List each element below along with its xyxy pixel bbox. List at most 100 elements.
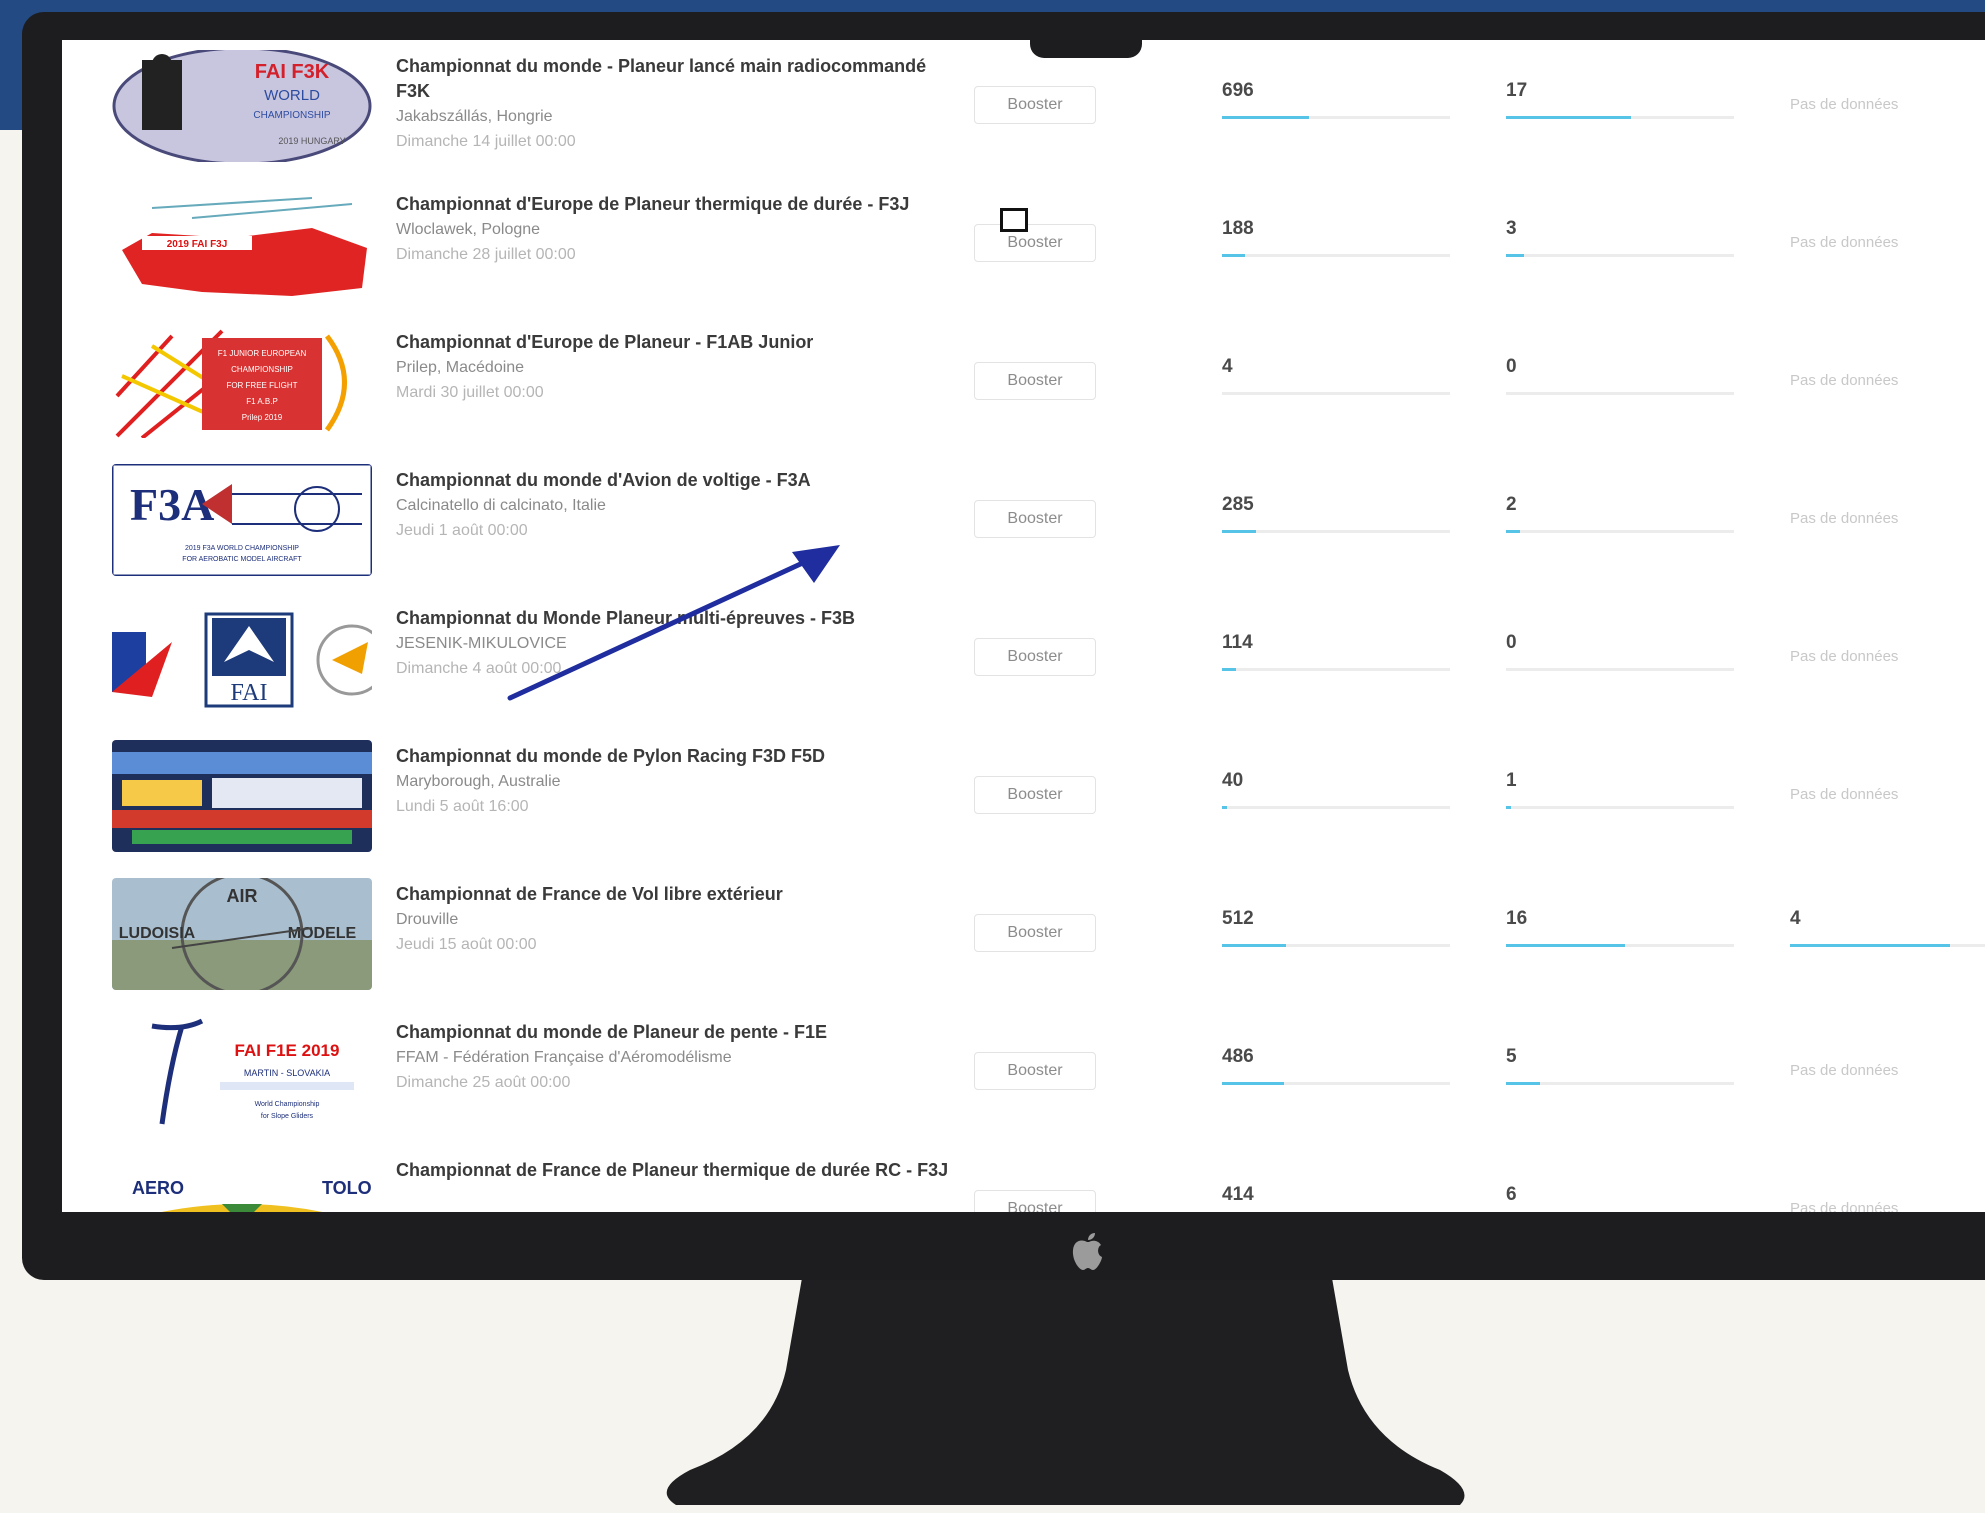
stat-value: 4 [1790, 908, 1801, 929]
event-location: Jakabszállás, Hongrie [396, 108, 553, 125]
event-date: Jeudi 1 août 00:00 [396, 522, 528, 539]
svg-text:WORLD: WORLD [264, 87, 320, 104]
stat-bar-track [1222, 116, 1450, 119]
svg-text:CHAMPIONSHIP: CHAMPIONSHIP [253, 110, 331, 121]
booster-button[interactable]: Booster [974, 776, 1096, 814]
stat-bar-track [1506, 1082, 1734, 1085]
svg-text:2019 F3A WORLD CHAMPIONSHIP: 2019 F3A WORLD CHAMPIONSHIP [185, 545, 299, 552]
svg-text:2019 FAI F3J: 2019 FAI F3J [167, 239, 228, 250]
stat-value: 696 [1222, 80, 1254, 101]
stat-value: 6 [1506, 1184, 1517, 1205]
stat-value: 3 [1506, 218, 1517, 239]
booster-button[interactable]: Booster [974, 500, 1096, 538]
stat-value: 188 [1222, 218, 1254, 239]
svg-text:2019 HUNGARY: 2019 HUNGARY [278, 136, 345, 146]
event-logo[interactable]: FAI F3K WORLD CHAMPIONSHIP 2019 HUNGARY [112, 50, 372, 162]
stat-value: 40 [1222, 770, 1244, 791]
event-row[interactable]: FAI F1E 2019 MARTIN - SLOVAKIA World Champ… [62, 1008, 1985, 1146]
stat-value: 4 [1222, 356, 1233, 377]
booster-button[interactable]: Booster [974, 914, 1096, 952]
no-data-label: Pas de données [1790, 1062, 1899, 1079]
stat-column-2: 3 [1506, 218, 1734, 257]
booster-button[interactable]: Booster [974, 1190, 1096, 1212]
booster-button[interactable]: Booster [974, 224, 1096, 262]
stat-column-2: 17 [1506, 80, 1734, 119]
event-logo[interactable] [112, 740, 372, 852]
event-logo[interactable]: F1 JUNIOR EUROPEAN CHAMPIONSHIP FOR FREE F… [112, 326, 372, 438]
no-data-label: Pas de données [1790, 234, 1899, 251]
event-title[interactable]: Championnat du Monde Planeur multi-épreu… [396, 606, 956, 631]
svg-text:FOR FREE FLIGHT: FOR FREE FLIGHT [226, 381, 297, 390]
event-location: Wloclawek, Pologne [396, 221, 541, 238]
stat-bar-fill [1222, 806, 1227, 809]
event-logo[interactable]: 2019 FAI F3J [112, 188, 372, 300]
stat-bar-track [1506, 668, 1734, 671]
stat-bar-fill [1506, 806, 1511, 809]
event-location: JESENIK-MIKULOVICE [396, 635, 567, 652]
booster-button[interactable]: Booster [974, 86, 1096, 124]
event-title[interactable]: Championnat d'Europe de Planeur thermiqu… [396, 192, 956, 217]
event-row[interactable]: FAI Championnat du Monde Planeur multi-é… [62, 594, 1985, 732]
event-info: Championnat du monde d'Avion de voltige … [396, 468, 956, 543]
no-data-label: Pas de données [1790, 510, 1899, 527]
event-date: Lundi 5 août 16:00 [396, 798, 529, 815]
stat-bar-track [1790, 944, 1985, 947]
stat-column-1: 188 [1222, 218, 1450, 257]
svg-text:F1 JUNIOR EUROPEAN: F1 JUNIOR EUROPEAN [218, 349, 307, 358]
event-title[interactable]: Championnat d'Europe de Planeur - F1AB J… [396, 330, 956, 355]
event-list-screen: FAI F3K WORLD CHAMPIONSHIP 2019 HUNGARY Cha… [62, 40, 1985, 1212]
stat-bar-track [1222, 806, 1450, 809]
event-logo[interactable]: AERO TOLO [112, 1154, 372, 1212]
stat-value: 486 [1222, 1046, 1254, 1067]
stat-value: 512 [1222, 908, 1254, 929]
svg-text:Prilep 2019: Prilep 2019 [242, 413, 283, 422]
stat-bar-track [1506, 116, 1734, 119]
event-title[interactable]: Championnat de France de Planeur thermiq… [396, 1158, 956, 1183]
event-location: Drouville [396, 911, 459, 928]
event-title[interactable]: Championnat du monde - Planeur lancé mai… [396, 54, 956, 104]
stat-value: 1 [1506, 770, 1517, 791]
event-row[interactable]: FAI F3K WORLD CHAMPIONSHIP 2019 HUNGARY Cha… [62, 42, 1985, 180]
event-title[interactable]: Championnat du monde de Pylon Racing F3D… [396, 744, 956, 769]
stat-value: 5 [1506, 1046, 1517, 1067]
camera-notch [1030, 28, 1142, 58]
event-logo[interactable]: F3A 2019 F3A WORLD CHAMPIONSHIP FOR AEROBA… [112, 464, 372, 576]
booster-button[interactable]: Booster [974, 362, 1096, 400]
stat-bar-fill [1222, 1082, 1284, 1085]
event-row[interactable]: 2019 FAI F3J Championnat d'Europe de Pla… [62, 180, 1985, 318]
event-row[interactable]: AIR MODELE LUDOISIA Championnat de France … [62, 870, 1985, 1008]
event-location: Prilep, Macédoine [396, 359, 525, 376]
event-title[interactable]: Championnat du monde d'Avion de voltige … [396, 468, 956, 493]
booster-button[interactable]: Booster [974, 1052, 1096, 1090]
event-info: Championnat du monde de Planeur de pente… [396, 1020, 956, 1095]
event-title[interactable]: Championnat de France de Vol libre extér… [396, 882, 956, 907]
event-date: Mardi 30 juillet 00:00 [396, 384, 544, 401]
event-title[interactable]: Championnat du monde de Planeur de pente… [396, 1020, 956, 1045]
svg-text:MARTIN - SLOVAKIA: MARTIN - SLOVAKIA [244, 1068, 330, 1078]
svg-text:TOLO: TOLO [322, 1178, 372, 1198]
svg-text:World Championship: World Championship [255, 1101, 320, 1108]
stat-column-1: 114 [1222, 632, 1450, 671]
stat-column-1: 285 [1222, 494, 1450, 533]
svg-text:LUDOISIA: LUDOISIA [119, 925, 196, 942]
stat-bar-fill [1506, 530, 1520, 533]
event-row[interactable]: Championnat du monde de Pylon Racing F3D… [62, 732, 1985, 870]
stat-bar-track [1506, 944, 1734, 947]
stat-bar-track [1222, 944, 1450, 947]
stat-column-2: 0 [1506, 632, 1734, 671]
event-row[interactable]: AERO TOLO Championnat de France de Planeu… [62, 1146, 1985, 1212]
booster-button[interactable]: Booster [974, 638, 1096, 676]
stat-bar-track [1506, 254, 1734, 257]
event-logo[interactable]: AIR MODELE LUDOISIA [112, 878, 372, 990]
stat-bar-track [1222, 668, 1450, 671]
stat-bar-track [1222, 530, 1450, 533]
event-row[interactable]: F1 JUNIOR EUROPEAN CHAMPIONSHIP FOR FREE F… [62, 318, 1985, 456]
stat-value: 0 [1506, 356, 1517, 377]
event-logo[interactable]: FAI [112, 602, 372, 714]
event-logo[interactable]: FAI F1E 2019 MARTIN - SLOVAKIA World Champ… [112, 1016, 372, 1128]
stat-bar-fill [1506, 116, 1632, 119]
selection-checkbox[interactable] [1000, 208, 1028, 232]
stat-column-1: 512 [1222, 908, 1450, 947]
event-row[interactable]: F3A 2019 F3A WORLD CHAMPIONSHIP FOR AEROBA… [62, 456, 1985, 594]
stat-bar-track [1506, 392, 1734, 395]
